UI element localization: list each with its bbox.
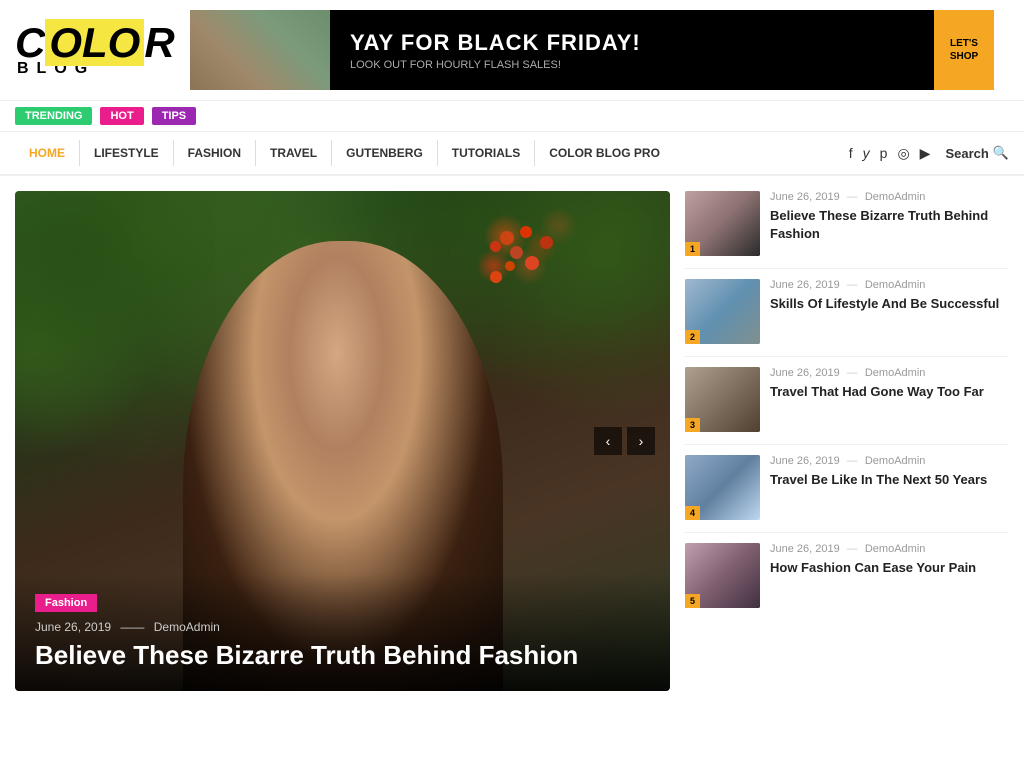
sidebar-meta-4: June 26, 2019 — DemoAdmin [770,455,1009,467]
search-label: Search [945,146,988,161]
sidebar-meta-3: June 26, 2019 — DemoAdmin [770,367,1009,379]
berry-cluster [470,206,590,306]
sidebar-thumb-5[interactable]: 5 [685,543,760,608]
nav-tutorials[interactable]: TUTORIALS [438,140,535,166]
sidebar-date-4: June 26, 2019 [770,455,840,467]
tag-hot[interactable]: HOT [100,107,143,125]
sidebar-title-3[interactable]: Travel That Had Gone Way Too Far [770,383,1009,401]
nav-social: f y p ◎ ▶ [849,145,931,162]
sidebar-dash-5: — [847,543,861,555]
banner-subtext: LOOK OUT FOR HOURLY FLASH SALES! [350,59,914,71]
youtube-icon[interactable]: ▶ [920,145,931,162]
sidebar-meta-1: June 26, 2019 — DemoAdmin [770,191,1009,203]
pinterest-icon[interactable]: p [880,145,888,161]
feature-category[interactable]: Fashion [35,594,97,612]
sidebar-dash-1: — [847,191,861,203]
feature-author: DemoAdmin [154,620,220,634]
sidebar-meta-5: June 26, 2019 — DemoAdmin [770,543,1009,555]
sidebar-title-4[interactable]: Travel Be Like In The Next 50 Years [770,471,1009,489]
sidebar-num-5: 5 [685,594,700,608]
sidebar: 1 June 26, 2019 — DemoAdmin Believe Thes… [685,191,1009,691]
sidebar-author-1: DemoAdmin [865,191,926,203]
tag-tips[interactable]: TIPS [152,107,196,125]
sidebar-thumb-3[interactable]: 3 [685,367,760,432]
nav-travel[interactable]: TRAVEL [256,140,332,166]
sidebar-title-5[interactable]: How Fashion Can Ease Your Pain [770,559,1009,577]
sidebar-info-4: June 26, 2019 — DemoAdmin Travel Be Like… [770,455,1009,489]
sidebar-author-5: DemoAdmin [865,543,926,555]
sidebar-date-5: June 26, 2019 [770,543,840,555]
sidebar-author-4: DemoAdmin [865,455,926,467]
sidebar-item: 2 June 26, 2019 — DemoAdmin Skills Of Li… [685,279,1009,357]
nav-search[interactable]: Search 🔍 [945,145,1009,161]
main-feature: ‹ › Fashion June 26, 2019 —— DemoAdmin B… [15,191,670,691]
nav-home[interactable]: HOME [15,140,80,166]
logo[interactable]: COLOR BLOG [15,22,175,78]
sidebar-date-3: June 26, 2019 [770,367,840,379]
nav-gutenberg[interactable]: GUTENBERG [332,140,438,166]
slider-next[interactable]: › [627,427,655,455]
slider-prev[interactable]: ‹ [594,427,622,455]
banner-image [190,10,330,90]
sidebar-date-1: June 26, 2019 [770,191,840,203]
sidebar-num-1: 1 [685,242,700,256]
slider-controls: ‹ › [594,427,655,455]
main-nav: HOME LIFESTYLE FASHION TRAVEL GUTENBERG … [0,132,1024,176]
sidebar-info-1: June 26, 2019 — DemoAdmin Believe These … [770,191,1009,243]
sidebar-info-2: June 26, 2019 — DemoAdmin Skills Of Life… [770,279,1009,313]
sidebar-dash-4: — [847,455,861,467]
sidebar-thumb-2[interactable]: 2 [685,279,760,344]
feature-meta-dash: —— [120,620,144,634]
sidebar-item: 3 June 26, 2019 — DemoAdmin Travel That … [685,367,1009,445]
sidebar-info-5: June 26, 2019 — DemoAdmin How Fashion Ca… [770,543,1009,577]
logo-color: COLOR [15,22,175,64]
nav-fashion[interactable]: FASHION [174,140,256,166]
tag-trending[interactable]: TRENDING [15,107,92,125]
nav-links: HOME LIFESTYLE FASHION TRAVEL GUTENBERG … [15,140,849,166]
twitter-icon[interactable]: y [863,145,870,161]
sidebar-author-2: DemoAdmin [865,279,926,291]
instagram-icon[interactable]: ◎ [897,145,909,162]
sidebar-info-3: June 26, 2019 — DemoAdmin Travel That Ha… [770,367,1009,401]
sidebar-item: 4 June 26, 2019 — DemoAdmin Travel Be Li… [685,455,1009,533]
feature-title[interactable]: Believe These Bizarre Truth Behind Fashi… [35,640,650,671]
sidebar-author-3: DemoAdmin [865,367,926,379]
search-icon[interactable]: 🔍 [993,145,1009,161]
sidebar-num-4: 4 [685,506,700,520]
sidebar-num-2: 2 [685,330,700,344]
nav-lifestyle[interactable]: LIFESTYLE [80,140,174,166]
banner-headline: YAY FOR BLACK FRIDAY! [350,30,914,56]
header: COLOR BLOG YAY FOR BLACK FRIDAY! LOOK OU… [0,0,1024,101]
sidebar-meta-2: June 26, 2019 — DemoAdmin [770,279,1009,291]
sidebar-item: 1 June 26, 2019 — DemoAdmin Believe Thes… [685,191,1009,269]
sidebar-title-1[interactable]: Believe These Bizarre Truth Behind Fashi… [770,207,1009,243]
feature-overlay: Fashion June 26, 2019 —— DemoAdmin Belie… [15,573,670,691]
sidebar-dash-2: — [847,279,861,291]
sidebar-thumb-4[interactable]: 4 [685,455,760,520]
banner-text: YAY FOR BLACK FRIDAY! LOOK OUT FOR HOURL… [330,20,934,81]
berries [460,221,610,341]
sidebar-thumb-1[interactable]: 1 [685,191,760,256]
sidebar-date-2: June 26, 2019 [770,279,840,291]
main-content: ‹ › Fashion June 26, 2019 —— DemoAdmin B… [0,176,1024,706]
header-banner: YAY FOR BLACK FRIDAY! LOOK OUT FOR HOURL… [190,10,994,90]
sidebar-num-3: 3 [685,418,700,432]
sidebar-item: 5 June 26, 2019 — DemoAdmin How Fashion … [685,543,1009,620]
nav-colorblogpro[interactable]: COLOR BLOG PRO [535,140,674,166]
sidebar-dash-3: — [847,367,861,379]
facebook-icon[interactable]: f [849,145,853,161]
nav-tags: TRENDING HOT TIPS [0,101,1024,132]
feature-date: June 26, 2019 [35,620,111,634]
feature-meta: June 26, 2019 —— DemoAdmin [35,620,650,634]
banner-cta[interactable]: LET'S SHOP [934,10,994,90]
sidebar-title-2[interactable]: Skills Of Lifestyle And Be Successful [770,295,1009,313]
